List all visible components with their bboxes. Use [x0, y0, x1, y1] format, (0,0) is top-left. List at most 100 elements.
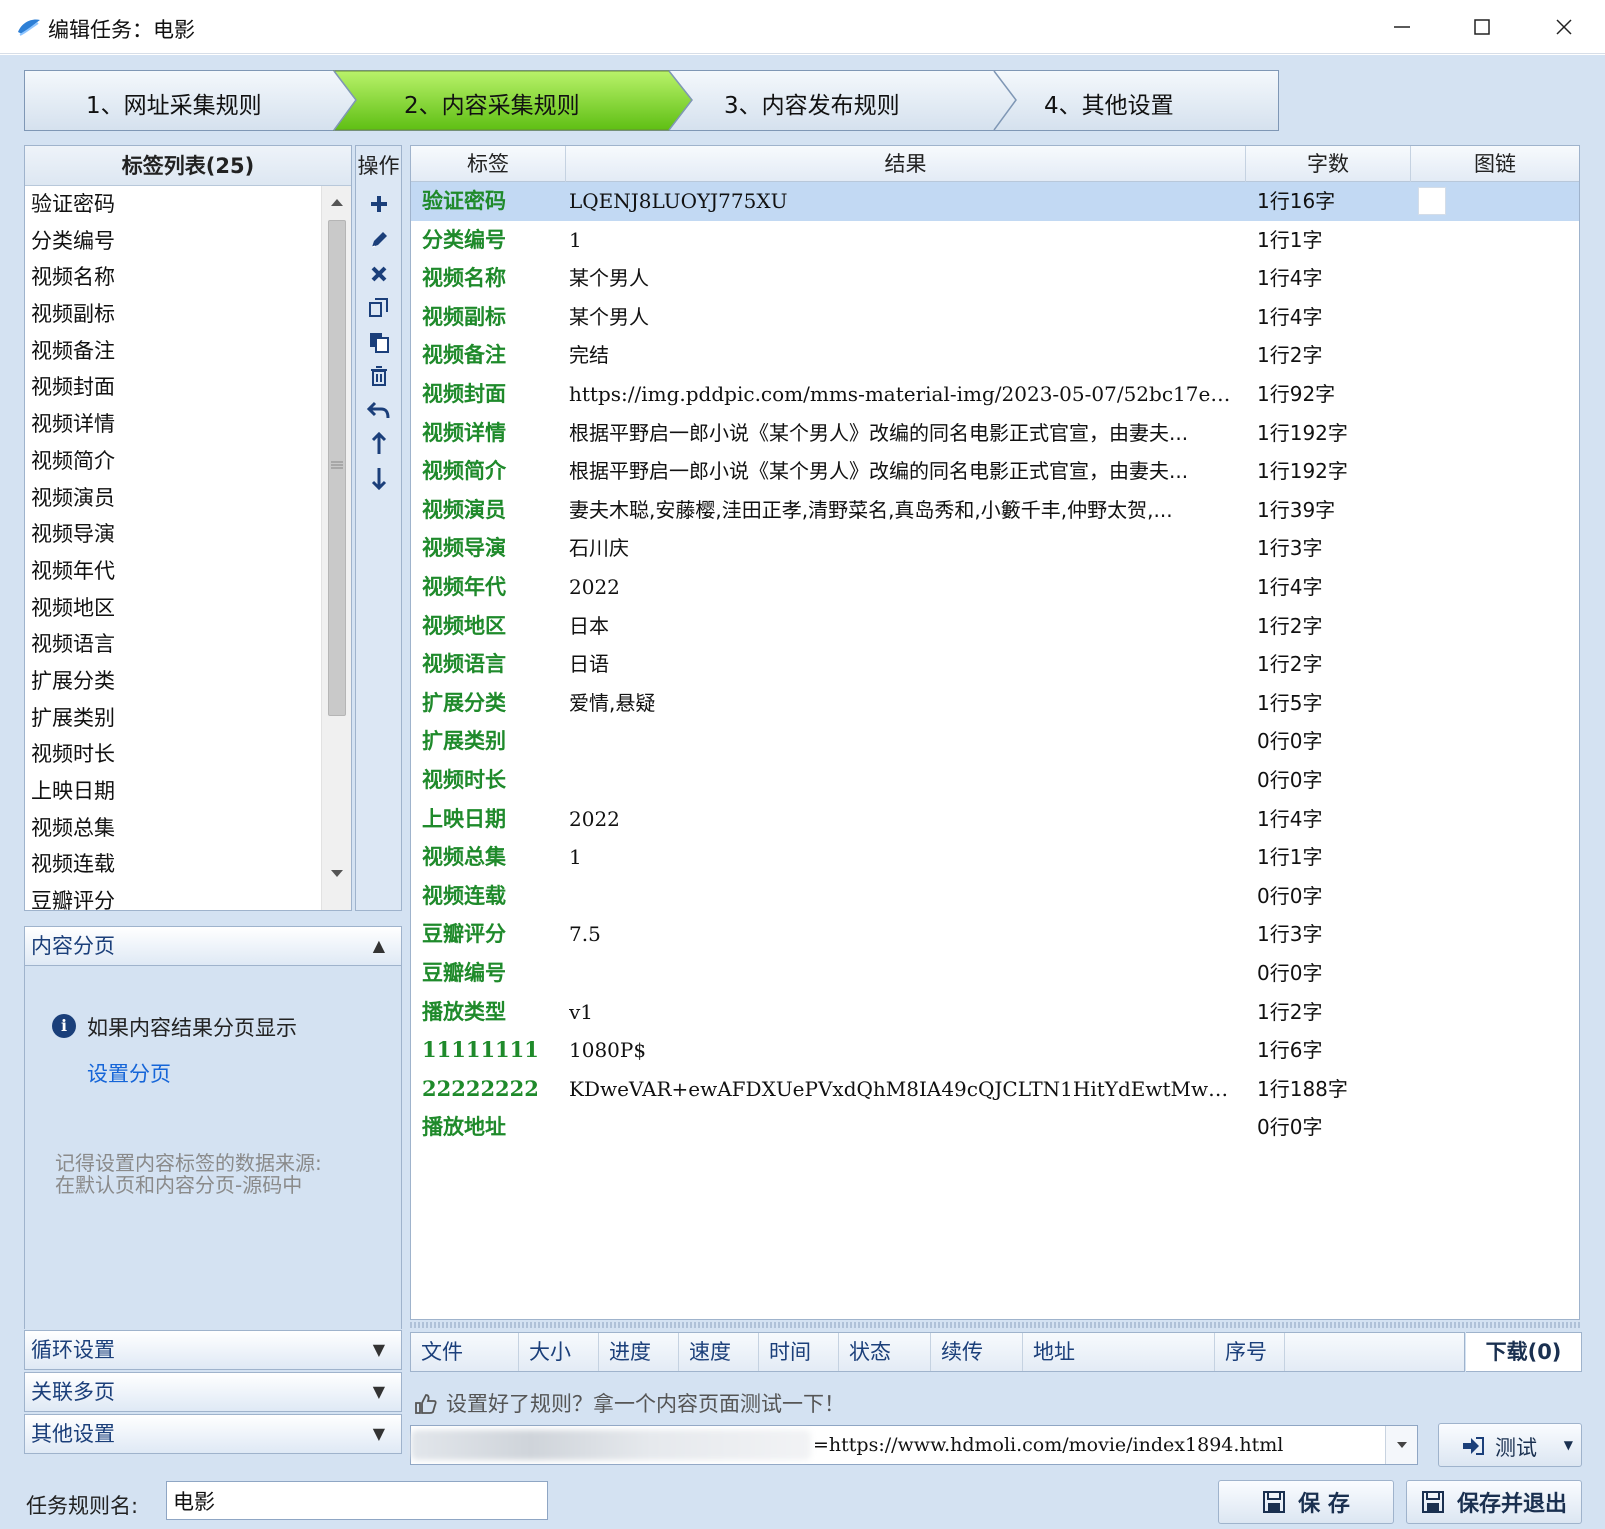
table-row[interactable]: 视频连载 0行0字 [411, 877, 1579, 916]
move-down-button[interactable] [356, 462, 401, 494]
table-row[interactable]: 豆瓣评分 7.5 1行3字 [411, 915, 1579, 954]
tag-list-item[interactable]: 视频封面 [25, 369, 321, 406]
table-row[interactable]: 视频名称 某个男人 1行4字 [411, 259, 1579, 298]
copy-tag-button[interactable] [356, 292, 401, 324]
step-tab-3[interactable]: 3、内容发布规则 [724, 86, 900, 120]
test-button[interactable]: 测试 ▼ [1438, 1423, 1582, 1467]
column-file[interactable]: 文件 [411, 1333, 519, 1371]
save-button[interactable]: 保 存 [1218, 1480, 1394, 1524]
tag-list-item[interactable]: 扩展分类 [25, 663, 321, 700]
edit-tag-button[interactable] [356, 224, 401, 256]
add-tag-button[interactable] [356, 188, 401, 220]
tag-list-scrollbar[interactable] [321, 186, 351, 910]
tag-list-item[interactable]: 扩展类别 [25, 700, 321, 737]
table-row[interactable]: 分类编号 1 1行1字 [411, 221, 1579, 260]
column-time[interactable]: 时间 [759, 1333, 839, 1371]
table-row[interactable]: 扩展类别 0行0字 [411, 722, 1579, 761]
column-status[interactable]: 状态 [839, 1333, 931, 1371]
set-pagination-link[interactable]: 设置分页 [87, 1058, 171, 1088]
tag-list-item[interactable]: 视频时长 [25, 736, 321, 773]
table-row[interactable]: 视频备注 完结 1行2字 [411, 336, 1579, 375]
step-tab-1[interactable]: 1、网址采集规则 [86, 86, 262, 120]
multipage-header[interactable]: 关联多页 ▼ [24, 1372, 402, 1412]
tag-list-item[interactable]: 视频导演 [25, 516, 321, 553]
row-result: 7.5 [569, 922, 601, 947]
column-result[interactable]: 结果 [566, 146, 1246, 182]
other-settings-header[interactable]: 其他设置 ▼ [24, 1414, 402, 1454]
url-dropdown-button[interactable] [1385, 1426, 1417, 1464]
table-row[interactable]: 视频地区 日本 1行2字 [411, 607, 1579, 646]
column-size[interactable]: 大小 [519, 1333, 599, 1371]
table-row[interactable]: 视频导演 石川庆 1行3字 [411, 529, 1579, 568]
column-resume[interactable]: 续传 [931, 1333, 1023, 1371]
paste-tag-button[interactable] [356, 326, 401, 358]
table-row[interactable]: 11111111 1080P$ 1行6字 [411, 1031, 1579, 1070]
tag-list-item[interactable]: 视频简介 [25, 443, 321, 480]
table-row[interactable]: 豆瓣编号 0行0字 [411, 954, 1579, 993]
step-tab-4[interactable]: 4、其他设置 [1044, 86, 1174, 120]
table-row[interactable]: 视频简介 根据平野启一郎小说《某个男人》改编的同名电影正式官宣，由妻夫... 1行1… [411, 452, 1579, 491]
step-tab-2[interactable]: 2、内容采集规则 [404, 86, 580, 120]
tag-list-item[interactable]: 视频名称 [25, 259, 321, 296]
scrollbar-thumb[interactable] [328, 220, 346, 716]
row-tag: 视频地区 [422, 612, 506, 638]
table-row[interactable]: 扩展分类 爱情,悬疑 1行5字 [411, 684, 1579, 723]
tag-list-item[interactable]: 视频备注 [25, 333, 321, 370]
table-row[interactable]: 视频总集 1 1行1字 [411, 838, 1579, 877]
remove-tag-button[interactable] [356, 258, 401, 290]
rule-name-label: 任务规则名: [26, 1494, 139, 1518]
tag-list-item[interactable]: 分类编号 [25, 223, 321, 260]
table-row[interactable]: 视频演员 妻夫木聪,安藤樱,洼田正孝,清野菜名,真岛秀和,小籔千丰,仲野太贺,..… [411, 491, 1579, 530]
download-tab[interactable]: 下载(0) [1466, 1332, 1582, 1372]
row-result: 日语 [569, 652, 609, 677]
table-row[interactable]: 视频封面 https://img.pddpic.com/mms-material-… [411, 375, 1579, 414]
table-row[interactable]: 视频详情 根据平野启一郎小说《某个男人》改编的同名电影正式官宣，由妻夫... 1行1… [411, 414, 1579, 453]
tag-list-item[interactable]: 视频语言 [25, 626, 321, 663]
tag-list-item[interactable]: 视频总集 [25, 810, 321, 847]
save-and-exit-button[interactable]: 保存并退出 [1406, 1480, 1582, 1524]
tag-list-item[interactable]: 豆瓣评分 [25, 883, 321, 910]
clear-tags-button[interactable] [356, 360, 401, 392]
column-progress[interactable]: 进度 [599, 1333, 679, 1371]
column-speed[interactable]: 速度 [679, 1333, 759, 1371]
tag-list-item[interactable]: 视频副标 [25, 296, 321, 333]
tag-list-item[interactable]: 视频年代 [25, 553, 321, 590]
rule-name-input[interactable] [166, 1481, 548, 1520]
close-button[interactable] [1544, 8, 1584, 46]
move-up-button[interactable] [356, 428, 401, 460]
content-pagination-header[interactable]: 内容分页 ▲ [24, 926, 402, 966]
table-row[interactable]: 上映日期 2022 1行4字 [411, 800, 1579, 839]
loop-settings-header[interactable]: 循环设置 ▼ [24, 1330, 402, 1370]
tag-list-item[interactable]: 视频演员 [25, 480, 321, 517]
undo-button[interactable] [356, 394, 401, 426]
column-address[interactable]: 地址 [1023, 1333, 1215, 1371]
tag-list-item[interactable]: 视频详情 [25, 406, 321, 443]
table-row[interactable]: 验证密码 LQENJ8LUOYJ775XU 1行16字 [411, 182, 1579, 221]
maximize-icon [1474, 19, 1490, 35]
table-row[interactable]: 视频语言 日语 1行2字 [411, 645, 1579, 684]
maximize-button[interactable] [1462, 8, 1502, 46]
scroll-up-icon[interactable] [329, 196, 345, 208]
table-row[interactable]: 视频时长 0行0字 [411, 761, 1579, 800]
column-count[interactable]: 字数 [1246, 146, 1411, 182]
chevron-down-icon[interactable]: ▼ [1564, 1438, 1573, 1452]
tag-list-item[interactable]: 上映日期 [25, 773, 321, 810]
table-row[interactable]: 22222222 KDweVAR+ewAFDXUePVxdQhM8IA49cQJC… [411, 1070, 1579, 1109]
column-image-link[interactable]: 图链 [1411, 146, 1579, 182]
test-url-input[interactable]: =https://www.hdmoli.com/movie/index1894.… [410, 1425, 1418, 1465]
table-row[interactable]: 视频副标 某个男人 1行4字 [411, 298, 1579, 337]
tag-list-item[interactable]: 视频连载 [25, 846, 321, 883]
table-row[interactable]: 播放类型 v1 1行2字 [411, 993, 1579, 1032]
multipage-title: 关联多页 [31, 1380, 115, 1404]
tag-list-item[interactable]: 视频地区 [25, 590, 321, 627]
minimize-button[interactable] [1382, 8, 1422, 46]
scroll-down-icon[interactable] [329, 868, 345, 880]
column-tag[interactable]: 标签 [411, 146, 566, 182]
table-row[interactable]: 播放地址 0行0字 [411, 1108, 1579, 1147]
panel-splitter[interactable] [410, 1322, 1580, 1328]
table-row[interactable]: 视频年代 2022 1行4字 [411, 568, 1579, 607]
tag-list-item[interactable]: 验证密码 [25, 186, 321, 223]
image-link-checkbox[interactable] [1418, 187, 1446, 215]
row-count: 1行2字 [1257, 999, 1323, 1024]
column-index[interactable]: 序号 [1215, 1333, 1285, 1371]
